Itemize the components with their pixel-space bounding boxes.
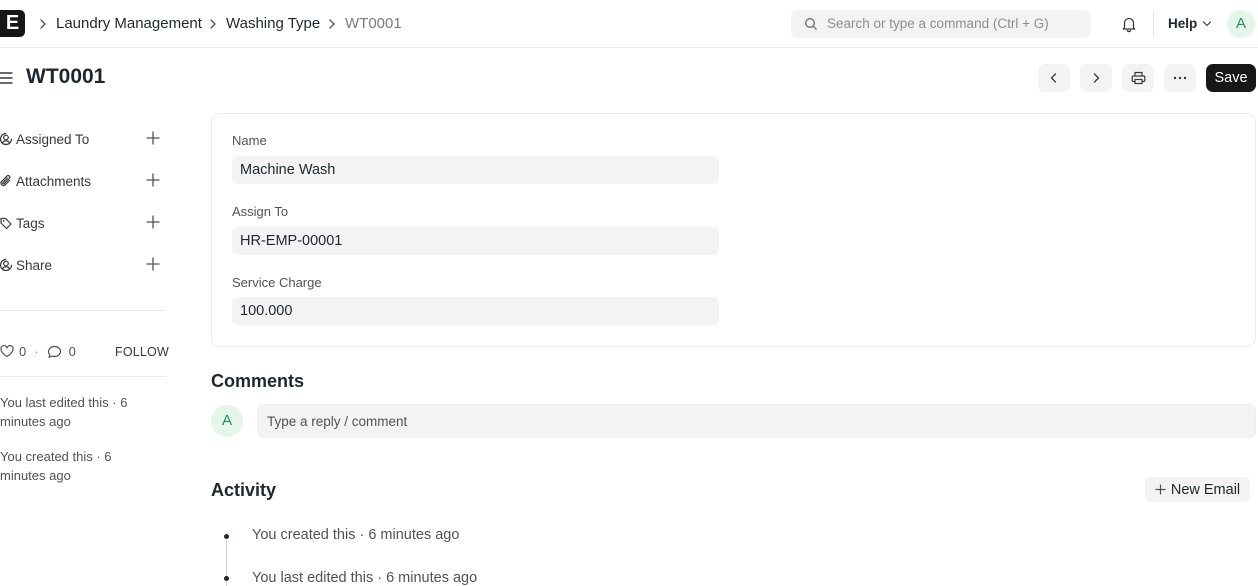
sidebar-divider	[0, 310, 166, 311]
app-logo[interactable]: E	[0, 10, 25, 37]
follow-button[interactable]: FOLLOW	[115, 345, 169, 359]
name-label: Name	[232, 133, 267, 148]
comment-input[interactable]: Type a reply / comment	[257, 404, 1256, 438]
breadcrumb-washing-type[interactable]: Washing Type	[226, 15, 320, 32]
help-label: Help	[1168, 16, 1198, 31]
ellipsis-icon	[1173, 76, 1187, 80]
stat-separator: ·	[34, 344, 39, 359]
plus-icon[interactable]	[146, 215, 160, 229]
chevron-right-icon	[38, 17, 48, 31]
timeline-dot	[224, 576, 229, 581]
breadcrumb-current: WT0001	[345, 15, 402, 32]
sidebar-item-label: Share	[16, 257, 53, 273]
printer-icon	[1131, 71, 1146, 85]
chevron-right-icon	[1090, 72, 1102, 84]
chevron-right-icon	[208, 17, 218, 31]
activity-item: You created this · 6 minutes ago	[252, 527, 460, 543]
next-button[interactable]	[1080, 64, 1112, 92]
assign-icon	[0, 132, 12, 146]
comments-title: Comments	[211, 371, 305, 391]
search-placeholder: Search or type a command (Ctrl + G)	[827, 16, 1049, 31]
new-email-button[interactable]: New Email	[1145, 477, 1250, 502]
comment-icon[interactable]	[47, 345, 62, 359]
heart-icon[interactable]	[0, 345, 14, 358]
assign-to-label: Assign To	[232, 204, 289, 219]
save-button[interactable]: Save	[1206, 64, 1256, 92]
comment-avatar: A	[211, 405, 243, 437]
search-icon	[804, 17, 818, 31]
timeline-dot	[224, 534, 229, 539]
plus-icon[interactable]	[146, 173, 160, 187]
plus-icon[interactable]	[146, 131, 160, 145]
activity-item: You last edited this · 6 minutes ago	[252, 570, 478, 586]
sidebar-stats: 0 · 0	[0, 344, 76, 359]
plus-icon	[1155, 484, 1166, 495]
page-title: WT0001	[26, 65, 106, 88]
sidebar-item-label: Attachments	[16, 173, 92, 189]
paperclip-icon	[0, 174, 12, 188]
hamburger-icon[interactable]	[0, 70, 13, 86]
nav-divider	[1153, 12, 1154, 36]
activity-title: Activity	[211, 480, 277, 500]
help-dropdown[interactable]: Help	[1168, 16, 1212, 31]
tag-icon	[0, 216, 12, 230]
likes-count: 0	[19, 344, 27, 359]
previous-button[interactable]	[1038, 64, 1070, 92]
print-button[interactable]	[1122, 64, 1154, 92]
plus-icon[interactable]	[146, 257, 160, 271]
sidebar-item-attachments[interactable]: Attachments	[0, 170, 165, 192]
navbar: E Laundry Management Washing Type WT0001…	[0, 0, 1258, 48]
sidebar-item-assigned-to[interactable]: Assigned To	[0, 128, 165, 150]
last-edited-note: You last edited this · 6 minutes ago	[0, 395, 128, 429]
created-note: You created this · 6 minutes ago	[0, 449, 112, 483]
search-input[interactable]: Search or type a command (Ctrl + G)	[791, 10, 1091, 38]
service-charge-field[interactable]: 100.000	[232, 297, 719, 325]
chevron-down-icon	[1202, 20, 1212, 28]
service-charge-label: Service Charge	[232, 275, 322, 290]
new-email-label: New Email	[1170, 481, 1241, 498]
more-actions-button[interactable]	[1164, 64, 1196, 92]
name-field[interactable]: Machine Wash	[232, 156, 719, 184]
breadcrumb-laundry-management[interactable]: Laundry Management	[56, 15, 202, 32]
chevron-left-icon	[1048, 72, 1060, 84]
share-icon	[0, 258, 12, 272]
bell-icon[interactable]	[1120, 15, 1138, 33]
sidebar-item-label: Assigned To	[16, 131, 90, 147]
sidebar-item-tags[interactable]: Tags	[0, 212, 165, 234]
sidebar-item-share[interactable]: Share	[0, 254, 165, 276]
sidebar-item-label: Tags	[16, 215, 45, 231]
sidebar-divider	[0, 376, 166, 377]
comments-count: 0	[68, 344, 76, 359]
user-avatar[interactable]: A	[1227, 10, 1255, 38]
assign-to-field[interactable]: HR-EMP-00001	[232, 227, 719, 255]
chevron-right-icon	[327, 17, 337, 31]
